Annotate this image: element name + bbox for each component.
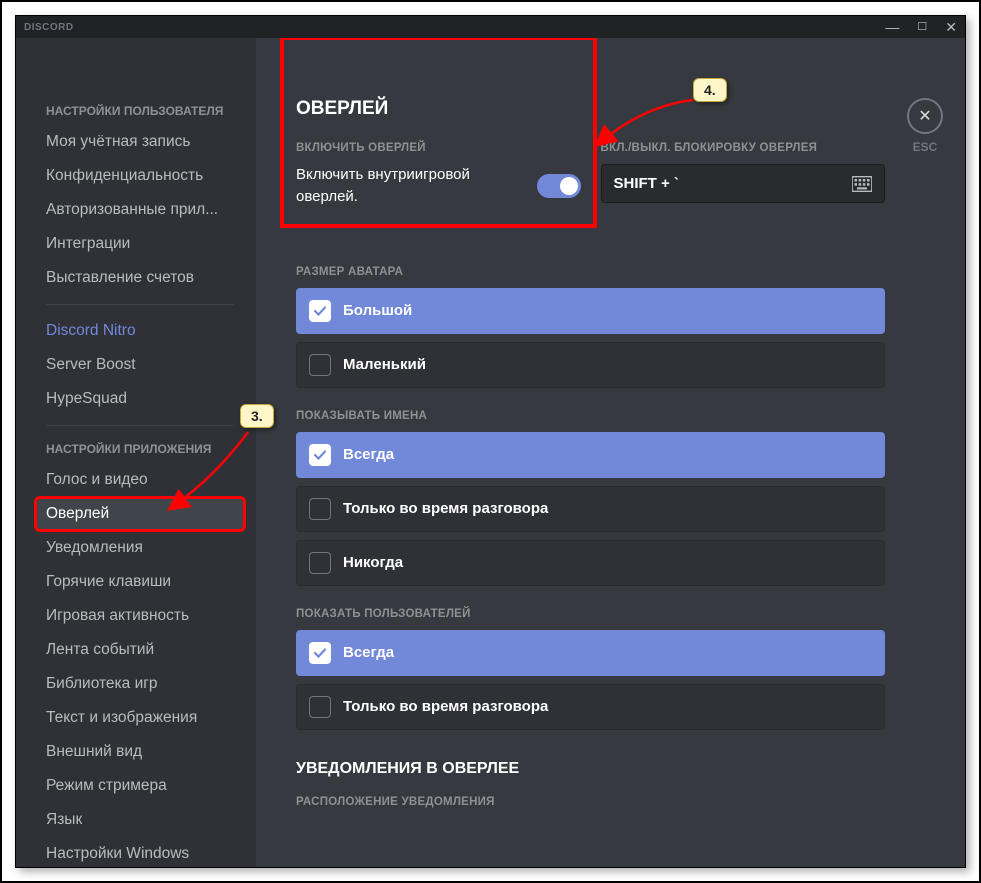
window-close-button[interactable]: ✕ bbox=[945, 20, 957, 34]
esc-label: ESC bbox=[913, 140, 938, 154]
names-option-speaking[interactable]: Только во время разговора bbox=[296, 486, 885, 532]
sidebar-item-authorized-apps[interactable]: Авторизованные прил... bbox=[36, 194, 244, 226]
sidebar-item-hypesquad[interactable]: HypeSquad bbox=[36, 383, 244, 415]
checkbox-icon bbox=[309, 444, 331, 466]
enable-overlay-label: ВКЛЮЧИТЬ ОВЕРЛЕЙ bbox=[296, 142, 581, 154]
sidebar-header-user: НАСТРОЙКИ ПОЛЬЗОВАТЕЛЯ bbox=[36, 98, 244, 118]
sidebar-item-appearance[interactable]: Внешний вид bbox=[36, 736, 244, 768]
option-label: Только во время разговора bbox=[343, 500, 548, 517]
sidebar-item-privacy[interactable]: Конфиденциальность bbox=[36, 160, 244, 192]
sidebar-item-game-activity[interactable]: Игровая активность bbox=[36, 600, 244, 632]
overlay-lock-label: ВКЛ./ВЫКЛ. БЛОКИРОВКУ ОВЕРЛЕЯ bbox=[601, 142, 886, 154]
option-label: Всегда bbox=[343, 446, 394, 463]
annotation-3: 3. bbox=[240, 404, 274, 428]
app-brand: DISCORD bbox=[24, 22, 74, 33]
names-option-always[interactable]: Всегда bbox=[296, 432, 885, 478]
settings-sidebar: НАСТРОЙКИ ПОЛЬЗОВАТЕЛЯ Моя учётная запис… bbox=[16, 38, 256, 867]
option-label: Большой bbox=[343, 302, 412, 319]
checkbox-icon bbox=[309, 498, 331, 520]
checkbox-icon bbox=[309, 642, 331, 664]
avatar-option-big[interactable]: Большой bbox=[296, 288, 885, 334]
close-settings-button[interactable]: ✕ bbox=[907, 98, 943, 134]
overlay-lock-keybind-input[interactable]: SHIFT + ` bbox=[601, 164, 886, 203]
users-option-speaking[interactable]: Только во время разговора bbox=[296, 684, 885, 730]
sidebar-separator bbox=[46, 425, 234, 426]
sidebar-item-notifications[interactable]: Уведомления bbox=[36, 532, 244, 564]
enable-overlay-toggle[interactable] bbox=[537, 174, 581, 198]
sidebar-item-language[interactable]: Язык bbox=[36, 804, 244, 836]
checkbox-icon bbox=[309, 300, 331, 322]
sidebar-item-integrations[interactable]: Интеграции bbox=[36, 228, 244, 260]
sidebar-item-billing[interactable]: Выставление счетов bbox=[36, 262, 244, 294]
sidebar-item-windows-settings[interactable]: Настройки Windows bbox=[36, 838, 244, 867]
sidebar-item-streamer-mode[interactable]: Режим стримера bbox=[36, 770, 244, 802]
names-option-never[interactable]: Никогда bbox=[296, 540, 885, 586]
sidebar-item-nitro[interactable]: Discord Nitro bbox=[36, 315, 244, 347]
show-users-label: ПОКАЗАТЬ ПОЛЬЗОВАТЕЛЕЙ bbox=[296, 608, 885, 620]
checkbox-icon bbox=[309, 552, 331, 574]
sidebar-item-server-boost[interactable]: Server Boost bbox=[36, 349, 244, 381]
option-label: Всегда bbox=[343, 644, 394, 661]
option-label: Маленький bbox=[343, 356, 426, 373]
close-icon: ✕ bbox=[918, 106, 931, 126]
sidebar-item-hotkeys[interactable]: Горячие клавиши bbox=[36, 566, 244, 598]
keybind-value: SHIFT + ` bbox=[614, 175, 679, 192]
option-label: Никогда bbox=[343, 554, 403, 571]
overlay-notifications-heading: УВЕДОМЛЕНИЯ В ОВЕРЛЕЕ bbox=[296, 760, 885, 778]
window-maximize-button[interactable]: ☐ bbox=[917, 22, 927, 33]
users-option-always[interactable]: Всегда bbox=[296, 630, 885, 676]
show-names-label: ПОКАЗЫВАТЬ ИМЕНА bbox=[296, 410, 885, 422]
overlay-enable-panel: ОВЕРЛЕЙ ВКЛЮЧИТЬ ОВЕРЛЕЙ Включить внутри… bbox=[282, 38, 595, 226]
window-minimize-button[interactable]: — bbox=[885, 20, 899, 34]
avatar-option-small[interactable]: Маленький bbox=[296, 342, 885, 388]
sidebar-item-voice-video[interactable]: Голос и видео bbox=[36, 464, 244, 496]
settings-main: ОВЕРЛЕЙ ВКЛЮЧИТЬ ОВЕРЛЕЙ Включить внутри… bbox=[256, 38, 885, 867]
page-title: ОВЕРЛЕЙ bbox=[296, 98, 581, 120]
keyboard-icon bbox=[852, 176, 872, 192]
sidebar-item-overlay[interactable]: Оверлей bbox=[36, 498, 244, 530]
sidebar-header-app: НАСТРОЙКИ ПРИЛОЖЕНИЯ bbox=[36, 436, 244, 456]
sidebar-item-activity-feed[interactable]: Лента событий bbox=[36, 634, 244, 666]
sidebar-item-text-images[interactable]: Текст и изображения bbox=[36, 702, 244, 734]
option-label: Только во время разговора bbox=[343, 698, 548, 715]
avatar-size-label: РАЗМЕР АВАТАРА bbox=[296, 266, 885, 278]
sidebar-separator bbox=[46, 304, 234, 305]
checkbox-icon bbox=[309, 354, 331, 376]
notification-position-label: РАСПОЛОЖЕНИЕ УВЕДОМЛЕНИЯ bbox=[296, 796, 885, 808]
sidebar-item-account[interactable]: Моя учётная запись bbox=[36, 126, 244, 158]
enable-overlay-description: Включить внутриигровой оверлей. bbox=[296, 164, 519, 208]
checkbox-icon bbox=[309, 696, 331, 718]
window-titlebar: DISCORD — ☐ ✕ bbox=[16, 16, 965, 38]
sidebar-item-game-library[interactable]: Библиотека игр bbox=[36, 668, 244, 700]
annotation-4: 4. bbox=[693, 78, 727, 102]
